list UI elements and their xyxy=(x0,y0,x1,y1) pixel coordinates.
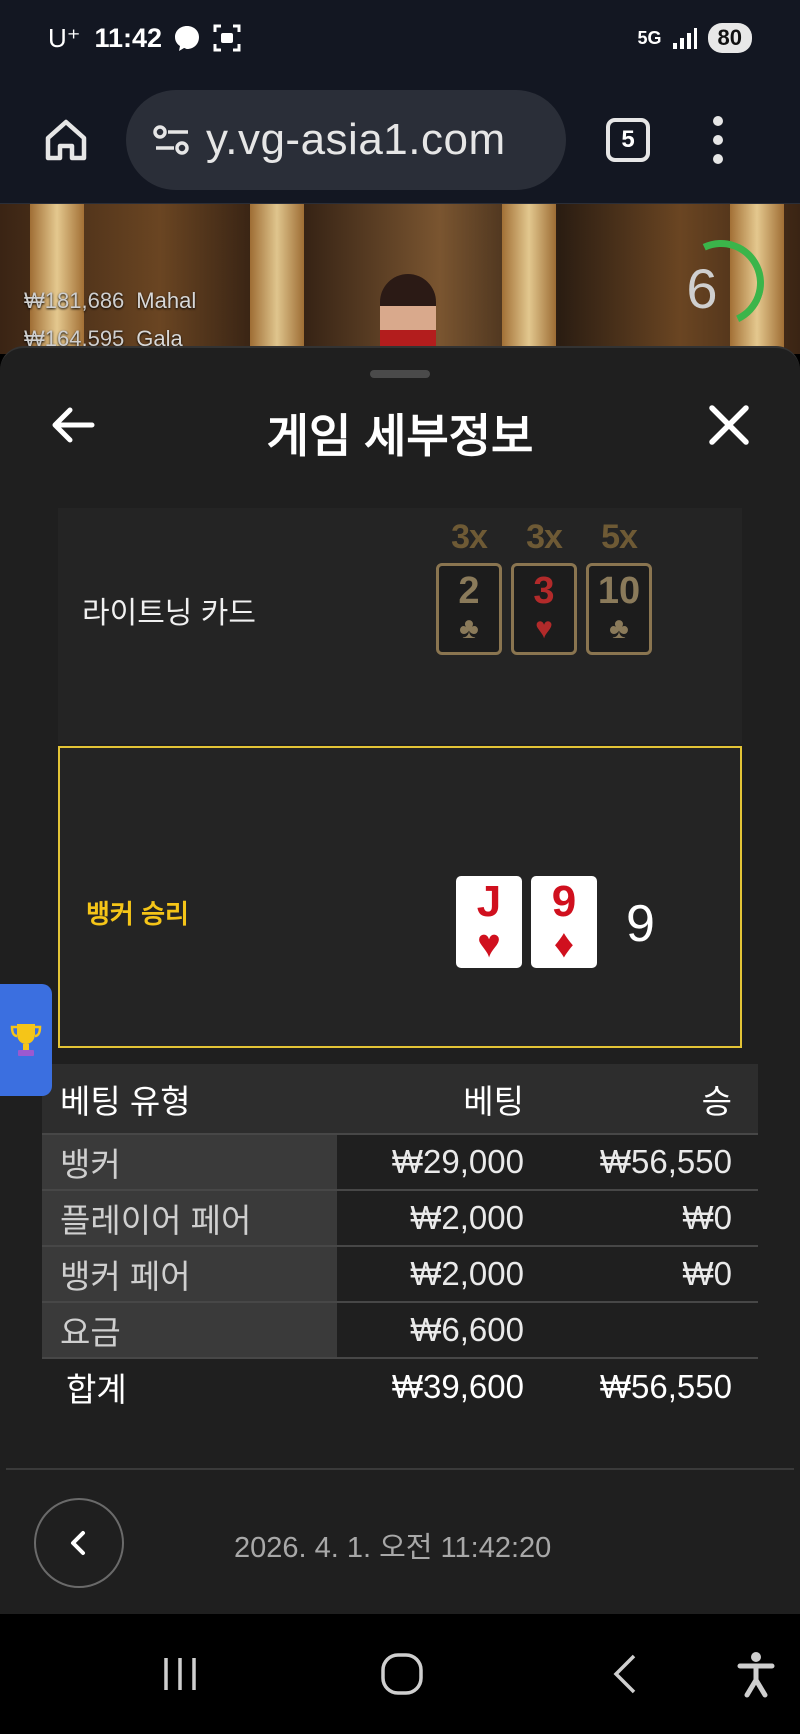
home-icon xyxy=(45,119,87,160)
browser-toolbar: y.vg-asia1.com 5 xyxy=(0,76,800,204)
game-details-sheet: 게임 세부정보 라이트닝 카드 3x 2 ♣ 3x 3 ♥ 5x 10 ♣ 뱅커… xyxy=(0,346,800,1614)
close-icon[interactable] xyxy=(704,400,754,450)
pillar-decoration xyxy=(250,204,304,354)
back-chevron-icon xyxy=(613,1654,636,1694)
bet-type-cell: 요금 xyxy=(42,1301,337,1358)
win-amount-cell xyxy=(544,1301,758,1358)
result-label: 뱅커 승리 xyxy=(86,899,189,929)
winner-row: ₩181,686 Mahal xyxy=(24,282,196,320)
win-amount-cell: ₩0 xyxy=(544,1189,758,1246)
lightning-card: 5x 10 ♣ xyxy=(586,518,652,655)
recent-apps-icon xyxy=(164,1658,196,1690)
bet-amount-cell: ₩2,000 xyxy=(337,1189,544,1246)
table-row: 뱅커 페어 ₩2,000 ₩0 xyxy=(42,1245,758,1302)
header-bet-type: 베팅 유형 xyxy=(42,1064,337,1134)
playing-card: 9 ♦ xyxy=(531,876,597,968)
bet-type-cell: 뱅커 페어 xyxy=(42,1245,337,1302)
table-row: 플레이어 페어 ₩2,000 ₩0 xyxy=(42,1189,758,1246)
live-game-background: ₩181,686 Mahal ₩164,595 Gala 6 xyxy=(0,204,800,354)
card-rank: 9 xyxy=(551,877,577,926)
lightning-cards-label: 라이트닝 카드 xyxy=(82,597,256,630)
drag-handle[interactable] xyxy=(370,370,430,378)
bets-table: 베팅 유형 베팅 승 뱅커 ₩29,000 ₩56,550 플레이어 페어 ₩2… xyxy=(42,1064,758,1414)
countdown-number: 6 xyxy=(686,257,718,320)
battery-indicator: 80 xyxy=(707,23,752,53)
playing-card: J ♥ xyxy=(456,876,522,968)
recent-apps-button[interactable] xyxy=(150,1644,210,1704)
url-text: y.vg-asia1.com xyxy=(206,114,506,164)
bet-amount-cell: ₩2,000 xyxy=(337,1245,544,1302)
screenshot-icon xyxy=(213,24,241,52)
winner-amount: ₩181,686 xyxy=(24,288,125,313)
table-row: 요금 ₩6,600 xyxy=(42,1301,758,1358)
more-dot-icon xyxy=(713,115,723,126)
network-type-label: 5G xyxy=(637,27,662,48)
lightning-card: 3x 2 ♣ xyxy=(436,518,502,655)
total-bet-cell: ₩39,600 xyxy=(337,1357,544,1414)
browser-menu-button[interactable] xyxy=(708,115,728,164)
lightning-card: 3x 3 ♥ xyxy=(511,518,577,655)
heart-suit-icon: ♥ xyxy=(535,612,553,645)
bet-amount-cell: ₩6,600 xyxy=(337,1301,544,1358)
accessibility-button[interactable] xyxy=(726,1644,786,1704)
accessibility-icon xyxy=(737,1652,775,1698)
club-suit-icon: ♣ xyxy=(609,612,629,645)
round-timestamp: 2026. 4. 1. 오전 11:42:20 xyxy=(234,1532,552,1564)
address-bar[interactable]: y.vg-asia1.com xyxy=(126,89,566,190)
heart-suit-icon: ♥ xyxy=(477,922,501,966)
leaderboard-tab[interactable] xyxy=(0,984,52,1096)
divider xyxy=(6,1468,794,1470)
table-total-row: 합계 ₩39,600 ₩56,550 xyxy=(42,1357,758,1414)
bet-type-cell: 뱅커 xyxy=(42,1133,337,1190)
club-suit-icon: ♣ xyxy=(459,612,479,645)
win-amount-cell: ₩56,550 xyxy=(544,1133,758,1190)
previous-round-button[interactable] xyxy=(34,1498,124,1588)
status-bar: U⁺ 11:42 5G 80 xyxy=(0,0,800,76)
trophy-icon xyxy=(10,1024,42,1056)
card-rank: 2 xyxy=(458,570,480,612)
home-circle-icon xyxy=(381,1653,423,1695)
home-button[interactable] xyxy=(36,110,96,170)
win-amount-cell: ₩0 xyxy=(544,1245,758,1302)
home-nav-button[interactable] xyxy=(372,1644,432,1704)
chevron-left-icon xyxy=(71,1531,85,1555)
system-navigation-bar xyxy=(0,1614,800,1734)
site-settings-icon[interactable] xyxy=(152,122,192,158)
messenger-icon xyxy=(175,26,200,51)
bet-type-cell: 플레이어 페어 xyxy=(42,1189,337,1246)
hand-score: 9 xyxy=(626,895,655,953)
total-label: 합계 xyxy=(42,1357,337,1414)
tab-switcher-button[interactable]: 5 xyxy=(606,117,650,162)
header-win: 승 xyxy=(544,1064,758,1134)
multiplier-label: 3x xyxy=(526,518,563,556)
table-header-row: 베팅 유형 베팅 승 xyxy=(42,1064,758,1134)
card-rank: 10 xyxy=(597,570,641,612)
recent-winners-list: ₩181,686 Mahal ₩164,595 Gala xyxy=(24,282,196,354)
round-result-panel: 뱅커 승리 J ♥ 9 ♦ 9 xyxy=(58,746,742,1048)
lightning-cards-panel: 라이트닝 카드 3x 2 ♣ 3x 3 ♥ 5x 10 ♣ xyxy=(58,508,742,744)
header-bet: 베팅 xyxy=(337,1064,544,1134)
card-rank: 3 xyxy=(533,570,555,612)
back-nav-button[interactable] xyxy=(596,1644,656,1704)
table-row: 뱅커 ₩29,000 ₩56,550 xyxy=(42,1133,758,1190)
modal-title: 게임 세부정보 xyxy=(266,410,534,462)
dealer-image xyxy=(380,274,436,354)
signal-icon xyxy=(672,28,697,49)
pillar-decoration xyxy=(502,204,556,354)
more-dot-icon xyxy=(713,153,723,164)
clock: 11:42 xyxy=(94,22,163,53)
multiplier-label: 3x xyxy=(451,518,488,556)
diamond-suit-icon: ♦ xyxy=(553,922,575,966)
carrier-label: U⁺ xyxy=(48,22,81,53)
multiplier-label: 5x xyxy=(601,518,638,556)
more-dot-icon xyxy=(713,134,723,145)
total-win-cell: ₩56,550 xyxy=(544,1357,758,1414)
bet-amount-cell: ₩29,000 xyxy=(337,1133,544,1190)
card-rank: J xyxy=(476,877,502,926)
winner-name: Mahal xyxy=(136,288,197,313)
